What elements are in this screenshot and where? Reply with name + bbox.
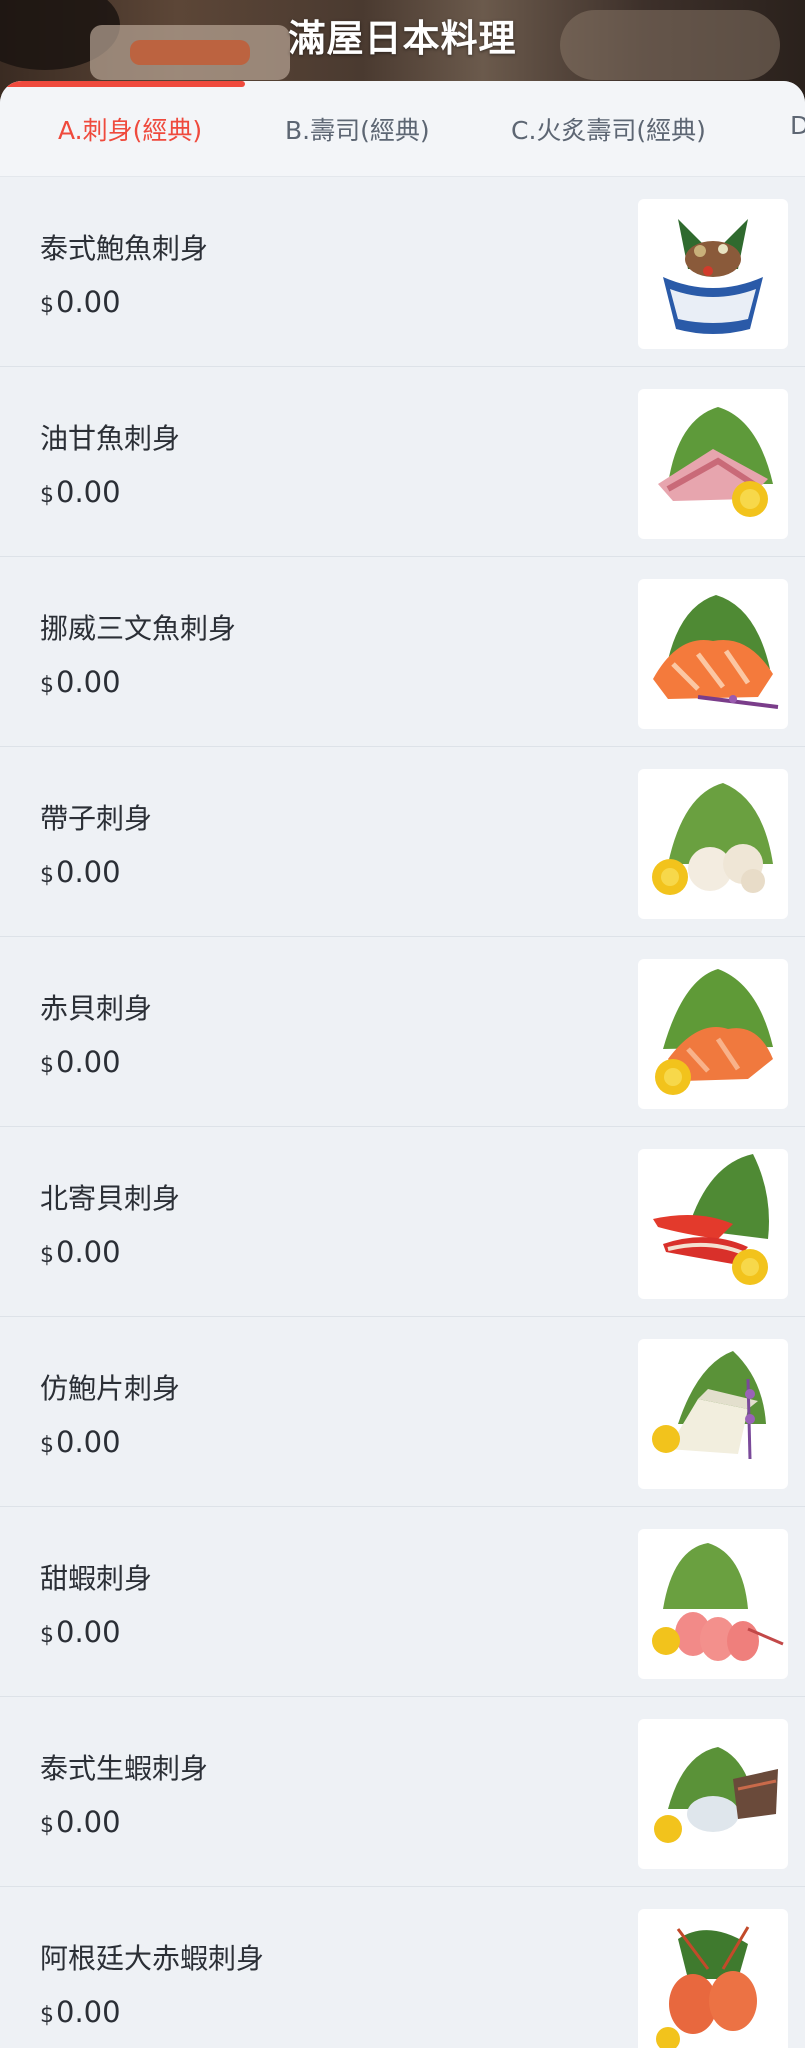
item-price: $0.00 xyxy=(40,855,121,889)
item-name: 泰式鮑魚刺身 xyxy=(40,232,209,265)
price-amount: 0.00 xyxy=(56,285,121,319)
currency-symbol: $ xyxy=(40,673,54,698)
item-name: 泰式生蝦刺身 xyxy=(40,1752,209,1785)
restaurant-title: 滿屋日本料理 xyxy=(288,17,517,60)
category-tabs: A.刺身(經典) B.壽司(經典) C.火炙壽司(經典) D xyxy=(0,81,805,177)
menu-item[interactable]: 泰式鮑魚刺身 $0.00 xyxy=(0,177,805,367)
item-name: 北寄貝刺身 xyxy=(40,1182,181,1215)
item-name: 帶子刺身 xyxy=(40,802,153,835)
item-name: 仿鮑片刺身 xyxy=(40,1372,181,1405)
salmon-sashimi-image[interactable] xyxy=(638,579,788,729)
menu-item[interactable]: 阿根廷大赤蝦刺身 $0.00 xyxy=(0,1887,805,2048)
yellowtail-sashimi-image[interactable] xyxy=(638,389,788,539)
price-amount: 0.00 xyxy=(56,1235,121,1269)
tab-next-category[interactable]: D xyxy=(790,111,805,140)
currency-symbol: $ xyxy=(40,1243,54,1268)
argentine-red-shrimp-image[interactable] xyxy=(638,1909,788,2048)
surf-clam-sashimi-image[interactable] xyxy=(638,1149,788,1299)
currency-symbol: $ xyxy=(40,1053,54,1078)
price-amount: 0.00 xyxy=(56,1995,121,2029)
item-price: $0.00 xyxy=(40,1045,121,1079)
item-name: 油甘魚刺身 xyxy=(40,422,181,455)
item-name: 赤貝刺身 xyxy=(40,992,153,1025)
menu-item[interactable]: 仿鮑片刺身 $0.00 xyxy=(0,1317,805,1507)
item-price: $0.00 xyxy=(40,475,121,509)
price-amount: 0.00 xyxy=(56,1425,121,1459)
abalone-dish-image[interactable] xyxy=(638,199,788,349)
item-name: 阿根廷大赤蝦刺身 xyxy=(40,1942,265,1975)
currency-symbol: $ xyxy=(40,483,54,508)
price-amount: 0.00 xyxy=(56,1045,121,1079)
currency-symbol: $ xyxy=(40,1813,54,1838)
menu-item[interactable]: 北寄貝刺身 $0.00 xyxy=(0,1127,805,1317)
active-tab-indicator xyxy=(0,81,245,87)
ark-shell-sashimi-image[interactable] xyxy=(638,959,788,1109)
menu-item[interactable]: 泰式生蝦刺身 $0.00 xyxy=(0,1697,805,1887)
currency-symbol: $ xyxy=(40,1433,54,1458)
item-price: $0.00 xyxy=(40,1805,121,1839)
price-amount: 0.00 xyxy=(56,475,121,509)
menu-item[interactable]: 油甘魚刺身 $0.00 xyxy=(0,367,805,557)
menu-sheet: A.刺身(經典) B.壽司(經典) C.火炙壽司(經典) D 泰式鮑魚刺身 $0… xyxy=(0,81,805,2048)
currency-symbol: $ xyxy=(40,863,54,888)
menu-item[interactable]: 挪威三文魚刺身 $0.00 xyxy=(0,557,805,747)
sweet-shrimp-sashimi-image[interactable] xyxy=(638,1529,788,1679)
menu-item[interactable]: 赤貝刺身 $0.00 xyxy=(0,937,805,1127)
price-amount: 0.00 xyxy=(56,665,121,699)
item-price: $0.00 xyxy=(40,1995,121,2029)
imitation-abalone-sashimi-image[interactable] xyxy=(638,1339,788,1489)
tab-aburi-sushi[interactable]: C.火炙壽司(經典) xyxy=(511,111,706,147)
item-name: 甜蝦刺身 xyxy=(40,1562,153,1595)
tab-sushi[interactable]: B.壽司(經典) xyxy=(285,111,430,147)
price-amount: 0.00 xyxy=(56,1805,121,1839)
menu-item[interactable]: 帶子刺身 $0.00 xyxy=(0,747,805,937)
item-name: 挪威三文魚刺身 xyxy=(40,612,237,645)
currency-symbol: $ xyxy=(40,293,54,318)
item-price: $0.00 xyxy=(40,665,121,699)
scallop-sashimi-image[interactable] xyxy=(638,769,788,919)
price-amount: 0.00 xyxy=(56,855,121,889)
item-price: $0.00 xyxy=(40,1235,121,1269)
tab-sashimi[interactable]: A.刺身(經典) xyxy=(58,111,202,147)
thai-raw-shrimp-image[interactable] xyxy=(638,1719,788,1869)
item-price: $0.00 xyxy=(40,1425,121,1459)
item-price: $0.00 xyxy=(40,285,121,319)
menu-item[interactable]: 甜蝦刺身 $0.00 xyxy=(0,1507,805,1697)
currency-symbol: $ xyxy=(40,2003,54,2028)
currency-symbol: $ xyxy=(40,1623,54,1648)
price-amount: 0.00 xyxy=(56,1615,121,1649)
item-price: $0.00 xyxy=(40,1615,121,1649)
